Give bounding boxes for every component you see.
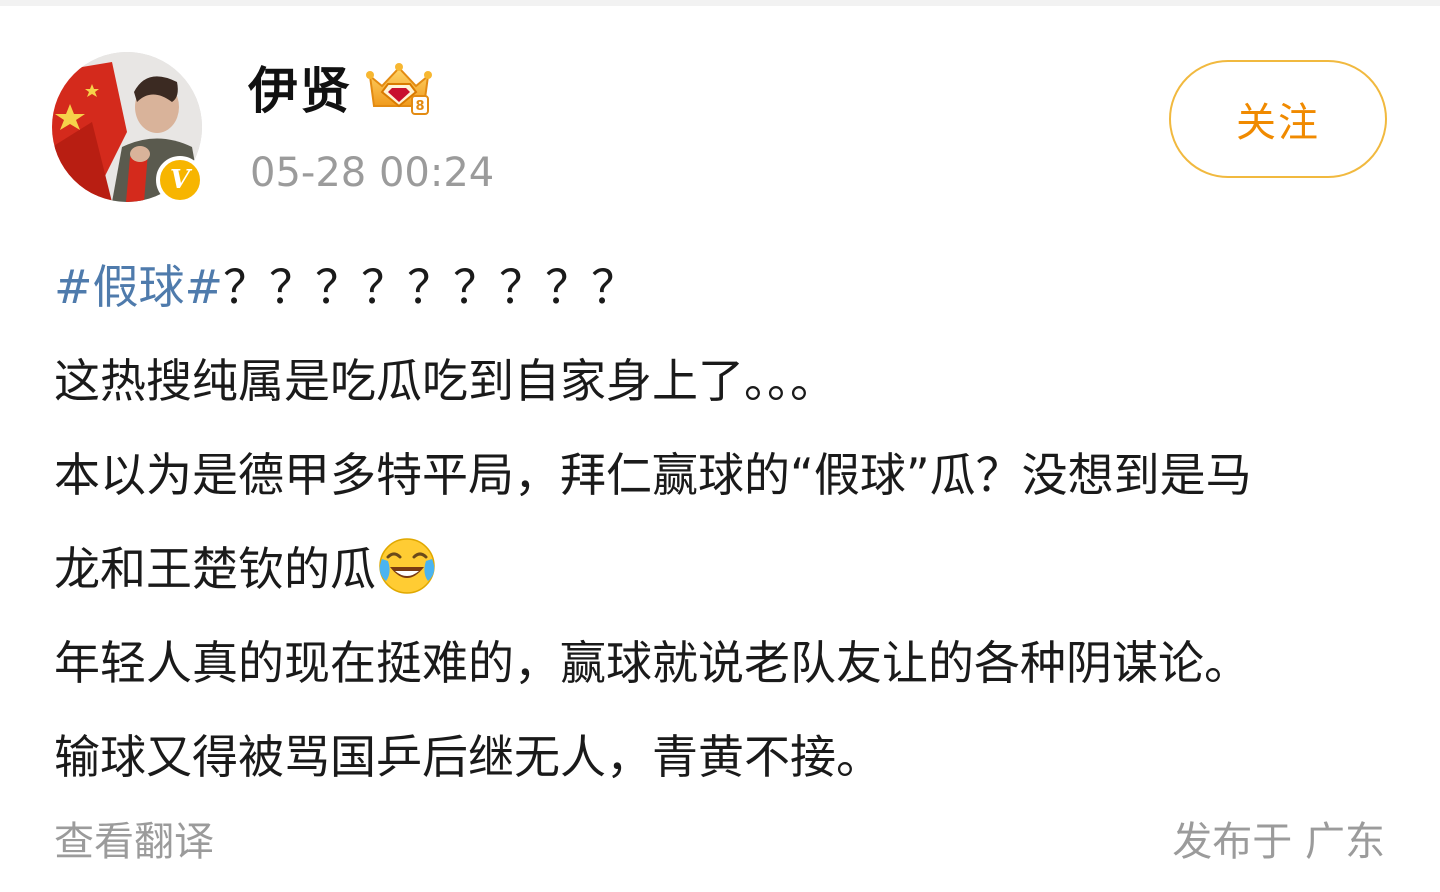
author-name[interactable]: 伊贤: [248, 58, 352, 124]
hashtag-link[interactable]: #假球#: [54, 260, 223, 314]
content-line-6: 输球又得被骂国乒后继无人，青黄不接。: [54, 730, 882, 784]
content-line-1: #假球#？？？？？？？？？: [54, 240, 1394, 334]
post-timestamp: 05-28 00:24: [250, 150, 495, 196]
translate-link[interactable]: 查看翻译: [54, 814, 214, 870]
svg-text:8: 8: [415, 99, 424, 114]
content-line-3: 本以为是德甲多特平局，拜仁赢球的“假球”瓜？没想到是马: [54, 448, 1252, 502]
laugh-cry-emoji-icon: [379, 538, 435, 594]
content-line-5: 年轻人真的现在挺难的，赢球就说老队友让的各种阴谋论。: [54, 636, 1250, 690]
post-content: #假球#？？？？？？？？？ 这热搜纯属是吃瓜吃到自家身上了。。。 本以为是德甲多…: [54, 240, 1394, 804]
content-line-2: 这热搜纯属是吃瓜吃到自家身上了。。。: [54, 354, 836, 408]
verified-mark: V: [169, 165, 191, 195]
content-text: ？？？？？？？？？: [223, 260, 638, 314]
follow-button[interactable]: 关注: [1169, 60, 1387, 178]
vip-crown-icon[interactable]: 8: [364, 62, 434, 118]
verified-badge: V: [156, 156, 204, 204]
content-text: 龙和王楚钦的瓜: [54, 542, 376, 596]
post-location: 发布于 广东: [1172, 819, 1385, 865]
post-footer: 查看翻译 发布于 广东: [0, 806, 1440, 876]
post-header: V 伊贤 8 05-28 00:24 关注: [0, 0, 1440, 220]
content-line-4: 龙和王楚钦的瓜: [54, 522, 1394, 616]
